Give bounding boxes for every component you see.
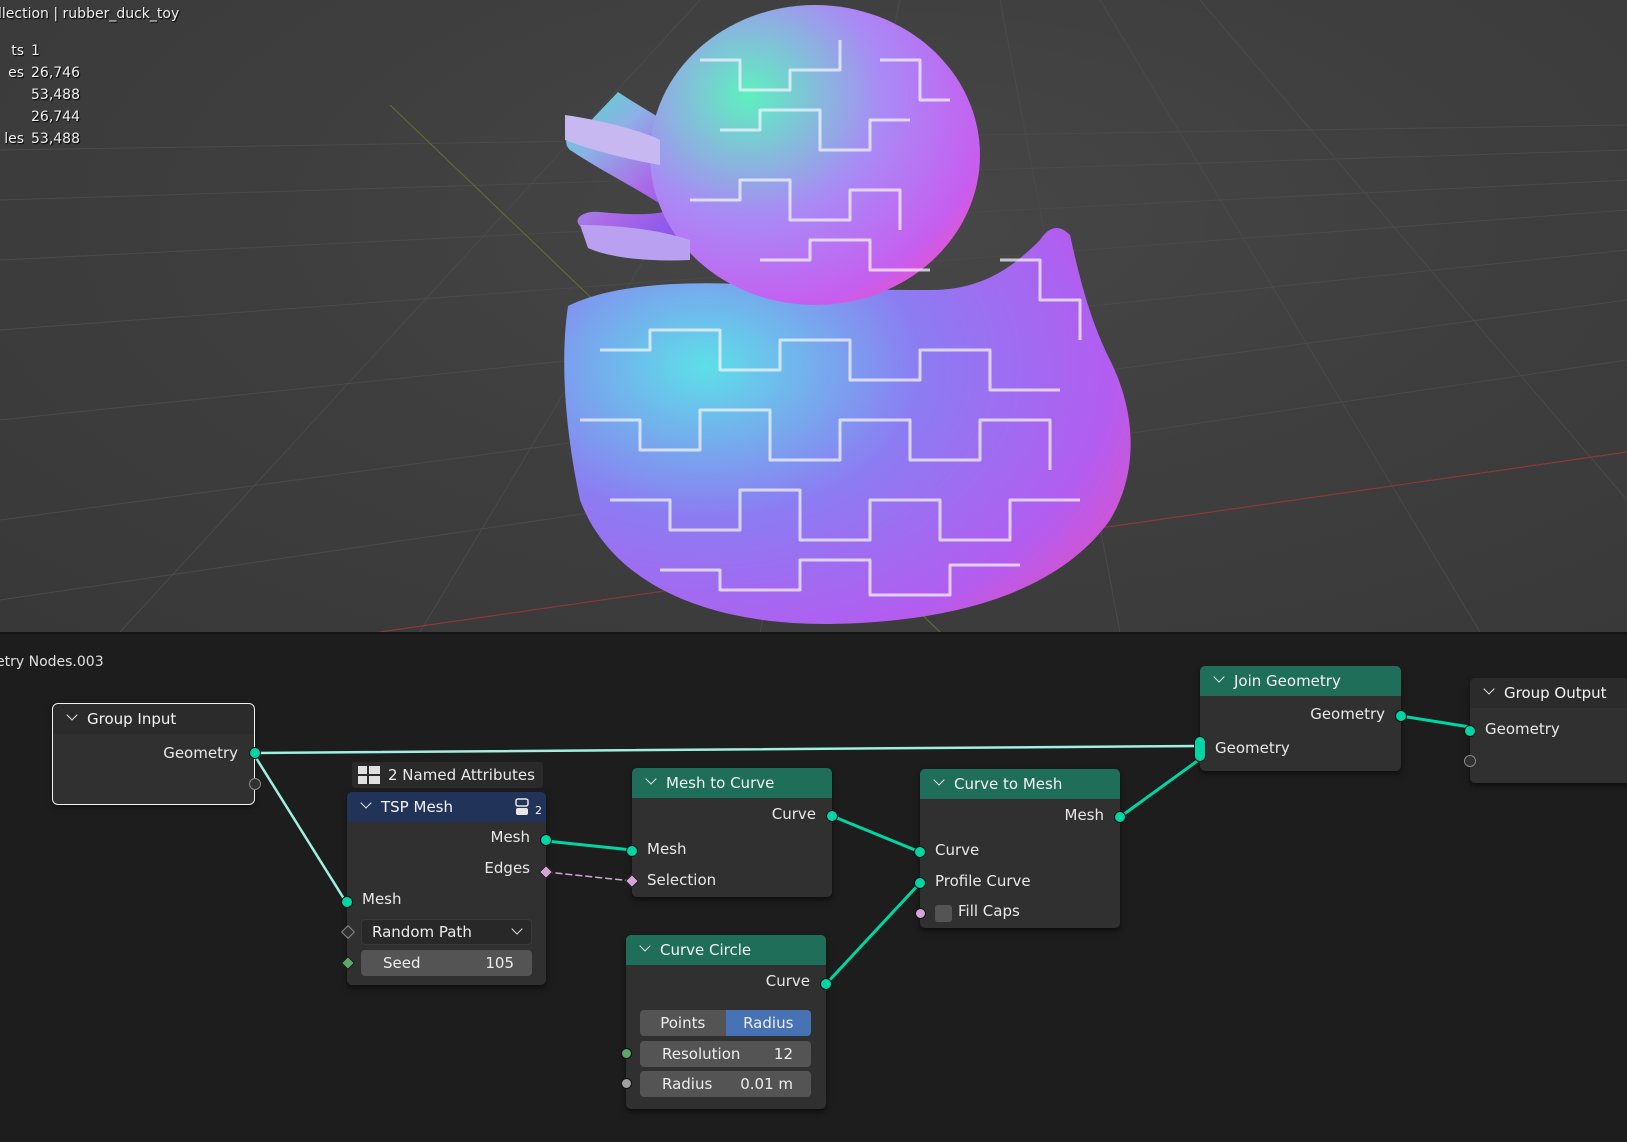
socket-label-curve-out: Curve <box>771 805 816 823</box>
attribute-table-icon <box>358 766 380 784</box>
socket-in-geometry[interactable] <box>1464 725 1476 737</box>
resolution-field[interactable]: Resolution 12 <box>640 1041 811 1067</box>
link-m2c-curve-to-c2m <box>830 814 922 854</box>
socket-out-empty[interactable] <box>249 778 261 790</box>
socket-in-curve[interactable] <box>914 846 926 858</box>
node-group-output[interactable]: Group Output Geometry <box>1464 678 1627 783</box>
collapse-chevron-icon[interactable] <box>67 711 77 721</box>
viewport-scene <box>0 0 1627 632</box>
mode-radius-button[interactable]: Radius <box>725 1010 811 1036</box>
node-header[interactable]: Curve to Mesh <box>920 769 1120 799</box>
node-join-geometry[interactable]: Join Geometry Geometry Geometry <box>1194 666 1407 771</box>
collapse-chevron-icon[interactable] <box>934 776 944 786</box>
mode-toggle[interactable]: Points Radius <box>640 1010 811 1036</box>
node-header[interactable]: Mesh to Curve <box>632 768 832 798</box>
3d-viewport[interactable]: llection | rubber_duck_toy ts 1 es 26,74… <box>0 0 1627 632</box>
link-input-to-join <box>251 744 1202 755</box>
socket-out-mesh[interactable] <box>540 834 552 846</box>
collapse-chevron-icon[interactable] <box>1484 685 1494 695</box>
socket-in-geometry-multi[interactable] <box>1194 736 1206 762</box>
mode-dropdown[interactable]: Random Path <box>361 919 532 945</box>
seed-field[interactable]: Seed 105 <box>361 950 532 976</box>
socket-out-curve[interactable] <box>826 810 838 822</box>
socket-label-mesh-out: Mesh <box>490 828 531 846</box>
socket-label-mesh-in: Mesh <box>362 890 402 908</box>
socket-in-resolution[interactable] <box>621 1048 632 1059</box>
node-title: Curve to Mesh <box>954 775 1063 793</box>
node-curve-to-mesh[interactable]: Curve to Mesh Mesh Curve Profile Curve F… <box>914 769 1126 928</box>
socket-in-fill-caps[interactable] <box>915 908 926 919</box>
socket-out-mesh[interactable] <box>1114 811 1126 823</box>
socket-label-geometry-out: Geometry <box>1310 705 1385 723</box>
duck-model <box>564 5 1131 625</box>
link-tsp-mesh-to-m2c <box>544 839 634 852</box>
node-title: TSP Mesh <box>381 798 453 816</box>
collapse-chevron-icon[interactable] <box>640 942 650 952</box>
socket-out-curve[interactable] <box>820 978 832 990</box>
usage-count: 2 <box>535 804 542 817</box>
collection-breadcrumb: llection | rubber_duck_toy <box>0 6 180 22</box>
socket-in-empty[interactable] <box>1464 755 1476 767</box>
node-mesh-to-curve[interactable]: Mesh to Curve Curve Mesh Selection <box>624 768 838 897</box>
socket-in-radius[interactable] <box>621 1078 632 1089</box>
collapse-chevron-icon[interactable] <box>646 775 656 785</box>
object-name: rubber_duck_toy <box>62 6 180 22</box>
node-header[interactable]: Group Input <box>53 704 254 734</box>
mode-points-button[interactable]: Points <box>640 1010 726 1036</box>
node-title: Join Geometry <box>1234 672 1341 690</box>
node-header[interactable]: Join Geometry <box>1200 666 1401 696</box>
socket-in-profile-curve[interactable] <box>914 877 926 889</box>
socket-label-curve-out: Curve <box>765 972 810 990</box>
socket-label-geometry-in: Geometry <box>1215 739 1290 757</box>
link-join-to-output <box>1399 714 1472 729</box>
link-input-to-tsp <box>251 751 348 904</box>
socket-label-profile-curve: Profile Curve <box>935 872 1031 890</box>
node-title: Group Output <box>1504 684 1607 702</box>
socket-out-geometry[interactable] <box>1395 710 1407 722</box>
collapse-chevron-icon[interactable] <box>1214 673 1224 683</box>
node-curve-circle[interactable]: Curve Circle Curve Points Radius Resolut… <box>621 935 832 1109</box>
node-header[interactable]: TSP Mesh 2 <box>347 792 546 822</box>
collapse-chevron-icon[interactable] <box>361 799 371 809</box>
node-group-input[interactable]: Group Input Geometry <box>52 703 261 805</box>
socket-label-curve-in: Curve <box>935 841 980 859</box>
collection-name: llection <box>0 6 49 22</box>
node-group-icon[interactable] <box>514 796 536 818</box>
node-header[interactable]: Group Output <box>1470 678 1627 708</box>
socket-label-fill-caps: Fill Caps <box>958 902 1020 920</box>
node-title: Curve Circle <box>660 941 752 959</box>
fill-caps-checkbox[interactable] <box>935 905 952 922</box>
node-editor[interactable]: etry Nodes.003 Group Input Geometry 2 Na… <box>0 634 1627 1142</box>
socket-out-geometry[interactable] <box>249 747 261 759</box>
node-title: Mesh to Curve <box>666 774 775 792</box>
socket-in-mesh[interactable] <box>341 896 353 908</box>
named-attributes-badge[interactable]: 2 Named Attributes <box>352 762 543 788</box>
socket-label-geometry: Geometry <box>163 744 238 762</box>
socket-in-mesh[interactable] <box>626 845 638 857</box>
node-tsp-mesh[interactable]: TSP Mesh 2 Mesh Edges Mesh Random Path S… <box>340 792 554 985</box>
link-circle-to-profile <box>824 881 922 986</box>
socket-label-edges: Edges <box>484 859 530 877</box>
chevron-down-icon <box>511 923 523 935</box>
socket-label-selection: Selection <box>647 871 717 889</box>
socket-label-geometry-in: Geometry <box>1485 720 1560 738</box>
link-tsp-edges-to-selection <box>545 871 633 882</box>
node-header[interactable]: Curve Circle <box>626 935 826 965</box>
socket-label-mesh-out: Mesh <box>1064 806 1105 824</box>
radius-field[interactable]: Radius 0.01 m <box>640 1071 811 1097</box>
socket-label-mesh-in: Mesh <box>647 840 687 858</box>
node-title: Group Input <box>87 710 177 728</box>
link-c2m-to-join <box>1118 757 1202 819</box>
